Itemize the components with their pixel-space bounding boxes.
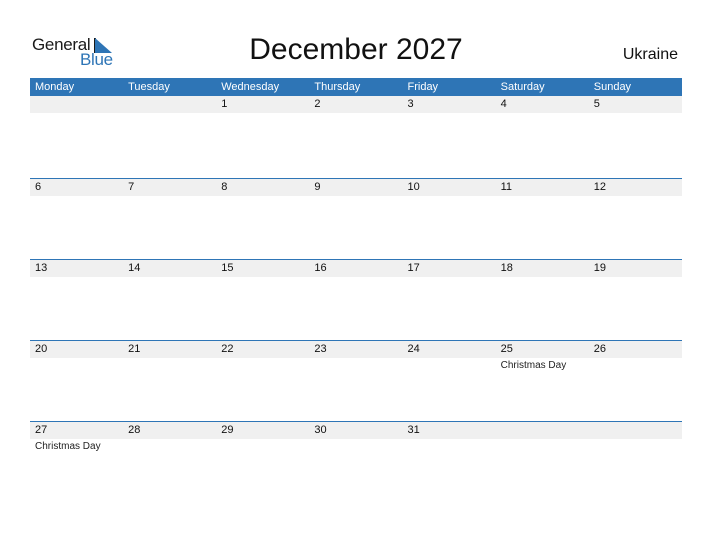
day-cell: 21 — [123, 341, 217, 421]
day-number: 16 — [309, 260, 403, 277]
day-cell: 27 Christmas Day — [30, 422, 124, 502]
day-number: 26 — [588, 341, 682, 358]
day-number: 10 — [402, 179, 496, 196]
day-cell: 29 — [216, 422, 310, 502]
day-number — [123, 96, 217, 113]
day-number: 31 — [402, 422, 496, 439]
day-cell: 19 — [588, 260, 682, 340]
weeks-container: 1 2 3 4 5 6 7 8 9 10 11 12 13 14 15 16 17 18 19 20 21 22 23 24 2… — [30, 96, 682, 502]
day-number: 1 — [216, 96, 310, 113]
day-number: 11 — [495, 179, 589, 196]
day-number: 19 — [588, 260, 682, 277]
holiday-label: Christmas Day — [500, 360, 567, 371]
day-number: 17 — [402, 260, 496, 277]
day-number: 29 — [216, 422, 310, 439]
day-number — [30, 96, 124, 113]
day-number: 8 — [216, 179, 310, 196]
day-number: 28 — [123, 422, 217, 439]
weekday-tuesday: Tuesday — [128, 81, 170, 93]
day-cell: 11 — [495, 179, 589, 259]
day-number: 3 — [402, 96, 496, 113]
day-number: 6 — [30, 179, 124, 196]
week-row: 13 14 15 16 17 18 19 — [30, 259, 682, 340]
week-row: 6 7 8 9 10 11 12 — [30, 178, 682, 259]
day-cell: 7 — [123, 179, 217, 259]
day-number: 12 — [588, 179, 682, 196]
weekday-sunday: Sunday — [593, 81, 632, 93]
week-row: 12345 — [30, 96, 682, 178]
day-cell: 13 — [30, 260, 124, 340]
weekday-header: Monday Tuesday Wednesday Thursday Friday Satu… — [30, 78, 682, 96]
weekday-wednesday: Wednesday — [221, 81, 280, 93]
week-row: 20 21 22 23 24 25 Christmas Day 26 — [30, 340, 682, 421]
day-cell: 14 — [123, 260, 217, 340]
weekday-friday: Friday — [407, 81, 439, 93]
day-cell: 15 — [216, 260, 310, 340]
day-cell: 2 — [309, 96, 403, 178]
day-number: 24 — [402, 341, 496, 358]
country-label: Ukraine — [622, 46, 678, 63]
day-number: 30 — [309, 422, 403, 439]
day-cell: 10 — [402, 179, 496, 259]
day-cell — [495, 422, 589, 502]
day-number: 23 — [309, 341, 403, 358]
weekday-saturday: Saturday — [500, 81, 545, 93]
day-number — [588, 422, 682, 439]
day-number: 5 — [588, 96, 682, 113]
day-cell: 25 Christmas Day — [495, 341, 589, 421]
day-number: 14 — [123, 260, 217, 277]
day-number: 7 — [123, 179, 217, 196]
day-number: 22 — [216, 341, 310, 358]
day-cell: 6 — [30, 179, 124, 259]
day-cell: 4 — [495, 96, 589, 178]
day-number: 2 — [309, 96, 403, 113]
day-number: 21 — [123, 341, 217, 358]
day-cell: 1 — [216, 96, 310, 178]
weekday-monday: Monday — [35, 81, 75, 93]
day-cell: 8 — [216, 179, 310, 259]
day-number: 13 — [30, 260, 124, 277]
day-cell: 22 — [216, 341, 310, 421]
day-cell: 31 — [402, 422, 496, 502]
day-cell: 3 — [402, 96, 496, 178]
weekday-thursday: Thursday — [314, 81, 361, 93]
day-cell: 5 — [588, 96, 682, 178]
day-cell: 18 — [495, 260, 589, 340]
day-cell — [30, 96, 124, 178]
day-number: 15 — [216, 260, 310, 277]
day-cell: 23 — [309, 341, 403, 421]
day-cell — [588, 422, 682, 502]
day-cell: 28 — [123, 422, 217, 502]
day-number: 27 — [30, 422, 124, 439]
day-number: 18 — [495, 260, 589, 277]
day-number: 9 — [309, 179, 403, 196]
holiday-label: Christmas Day — [35, 441, 101, 452]
day-cell: 26 — [588, 341, 682, 421]
day-cell: 9 — [309, 179, 403, 259]
week-row: 27 Christmas Day 28 29 30 31 — [30, 421, 682, 502]
day-cell: 12 — [588, 179, 682, 259]
day-number: 25 — [495, 341, 589, 358]
day-cell — [123, 96, 217, 178]
day-number: 20 — [30, 341, 124, 358]
day-cell: 17 — [402, 260, 496, 340]
day-cell: 20 — [30, 341, 124, 421]
calendar-grid: Monday Tuesday Wednesday Thursday Friday Satu… — [30, 78, 682, 502]
day-cell: 24 — [402, 341, 496, 421]
day-number — [495, 422, 589, 439]
day-cell: 16 — [309, 260, 403, 340]
day-cell: 30 — [309, 422, 403, 502]
day-number: 4 — [495, 96, 589, 113]
page-title: December 2027 — [249, 33, 463, 66]
